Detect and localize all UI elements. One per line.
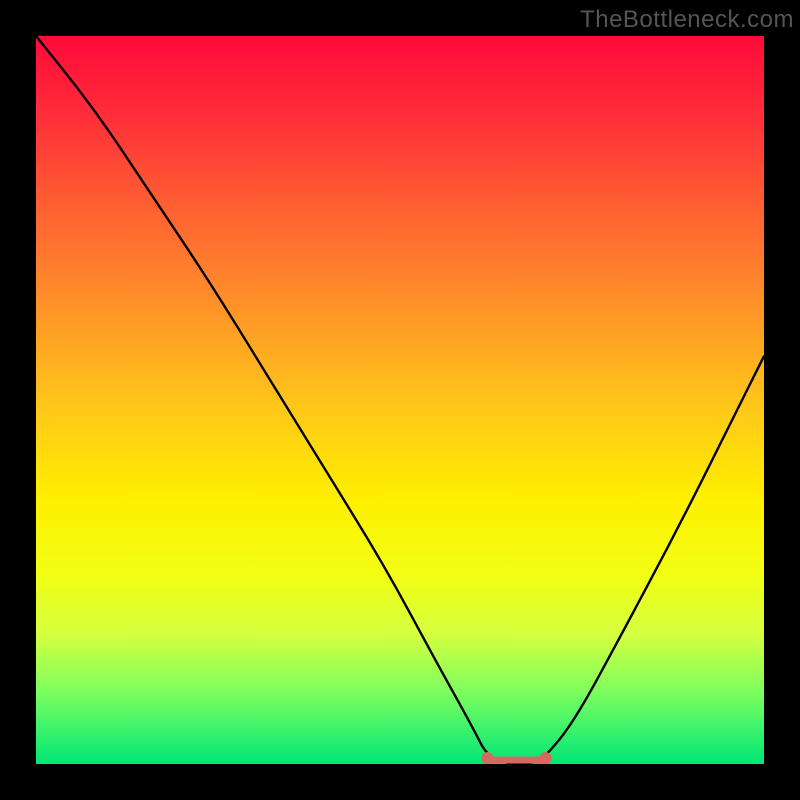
bottleneck-curve xyxy=(36,36,764,764)
plot-area xyxy=(36,36,764,764)
curve-layer xyxy=(36,36,764,764)
optimum-marker-right xyxy=(540,752,552,764)
watermark-text: TheBottleneck.com xyxy=(580,6,794,34)
optimum-marker-left xyxy=(481,752,493,764)
chart-frame: TheBottleneck.com xyxy=(0,0,800,800)
